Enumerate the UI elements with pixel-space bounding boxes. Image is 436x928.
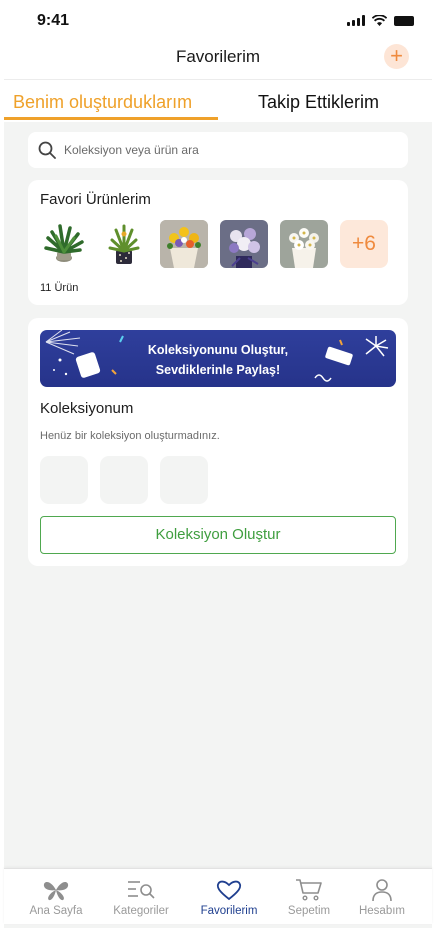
categories-search-icon [128, 881, 155, 899]
favorite-thumbnails: +6 [40, 220, 388, 268]
banner-decoration [45, 330, 389, 382]
signal-icon [347, 15, 365, 26]
nav-favorites[interactable]: Favorilerim [187, 877, 271, 917]
search-input[interactable] [64, 143, 364, 157]
nav-cart-label: Sepetim [287, 905, 331, 917]
collection-placeholder [100, 456, 148, 504]
purple-bouquet-thumbnail[interactable] [220, 220, 268, 268]
tab-bar: Benim oluşturduklarım Takip Ettiklerim [4, 80, 432, 122]
more-favorites-button[interactable]: +6 [340, 220, 388, 268]
collection-title: Koleksiyonum [40, 400, 134, 417]
favorites-title: Favori Ürünlerim [40, 191, 151, 208]
nav-home[interactable]: Ana Sayfa [14, 877, 98, 917]
battery-icon [394, 15, 414, 26]
tab-following[interactable]: Takip Ettiklerim [258, 92, 379, 113]
bottom-nav: Ana Sayfa Kategoriler Favorilerim Sepeti… [4, 868, 432, 924]
header: Favorilerim + [4, 40, 432, 80]
tab-my-collections[interactable]: Benim oluşturduklarım [13, 92, 192, 113]
status-bar: 9:41 [4, 0, 432, 40]
white-daisy-bouquet-thumbnail[interactable] [280, 220, 328, 268]
add-collection-button[interactable]: + [384, 44, 409, 69]
banner-line-2: Sevdiklerinle Paylaş! [155, 363, 281, 377]
cart-icon [296, 879, 322, 901]
collection-placeholder [160, 456, 208, 504]
nav-categories[interactable]: Kategoriler [99, 877, 183, 917]
collections-card: Koleksiyonunu Oluştur, Sevdiklerinle Pay… [28, 318, 408, 566]
plant-thumbnail[interactable] [100, 220, 148, 268]
banner-line-1: Koleksiyonunu Oluştur, [147, 343, 289, 357]
wifi-icon [372, 15, 387, 26]
create-collection-button[interactable]: Koleksiyon Oluştur [40, 516, 396, 554]
nav-cart[interactable]: Sepetim [267, 877, 351, 917]
favorite-products-card[interactable]: Favori Ürünlerim +6 11 Ürün [28, 180, 408, 305]
user-icon [372, 879, 392, 902]
sunflower-bouquet-thumbnail[interactable] [160, 220, 208, 268]
create-collection-banner[interactable]: Koleksiyonunu Oluştur, Sevdiklerinle Pay… [40, 330, 396, 387]
search-bar[interactable] [28, 132, 408, 168]
nav-categories-label: Kategoriler [113, 905, 169, 917]
home-flower-icon [43, 881, 69, 901]
nav-account[interactable]: Hesabım [340, 877, 424, 917]
status-icons [347, 15, 414, 26]
empty-collection-text: Henüz bir koleksiyon oluşturmadınız. [40, 430, 220, 442]
collection-placeholders [40, 456, 208, 504]
nav-favorites-label: Favorilerim [200, 905, 258, 917]
plant-thumbnail[interactable] [40, 220, 88, 268]
collection-placeholder [40, 456, 88, 504]
status-time: 9:41 [37, 12, 70, 29]
page-title: Favorilerim [175, 47, 261, 66]
search-icon [38, 141, 56, 159]
active-tab-indicator [4, 117, 218, 120]
app-frame: 9:41 Favorilerim + Benim oluşturduklarım… [4, 0, 432, 928]
nav-account-label: Hesabım [358, 905, 406, 917]
favorites-count: 11 Ürün [40, 282, 79, 294]
heart-icon [216, 880, 242, 901]
nav-home-label: Ana Sayfa [29, 905, 83, 917]
